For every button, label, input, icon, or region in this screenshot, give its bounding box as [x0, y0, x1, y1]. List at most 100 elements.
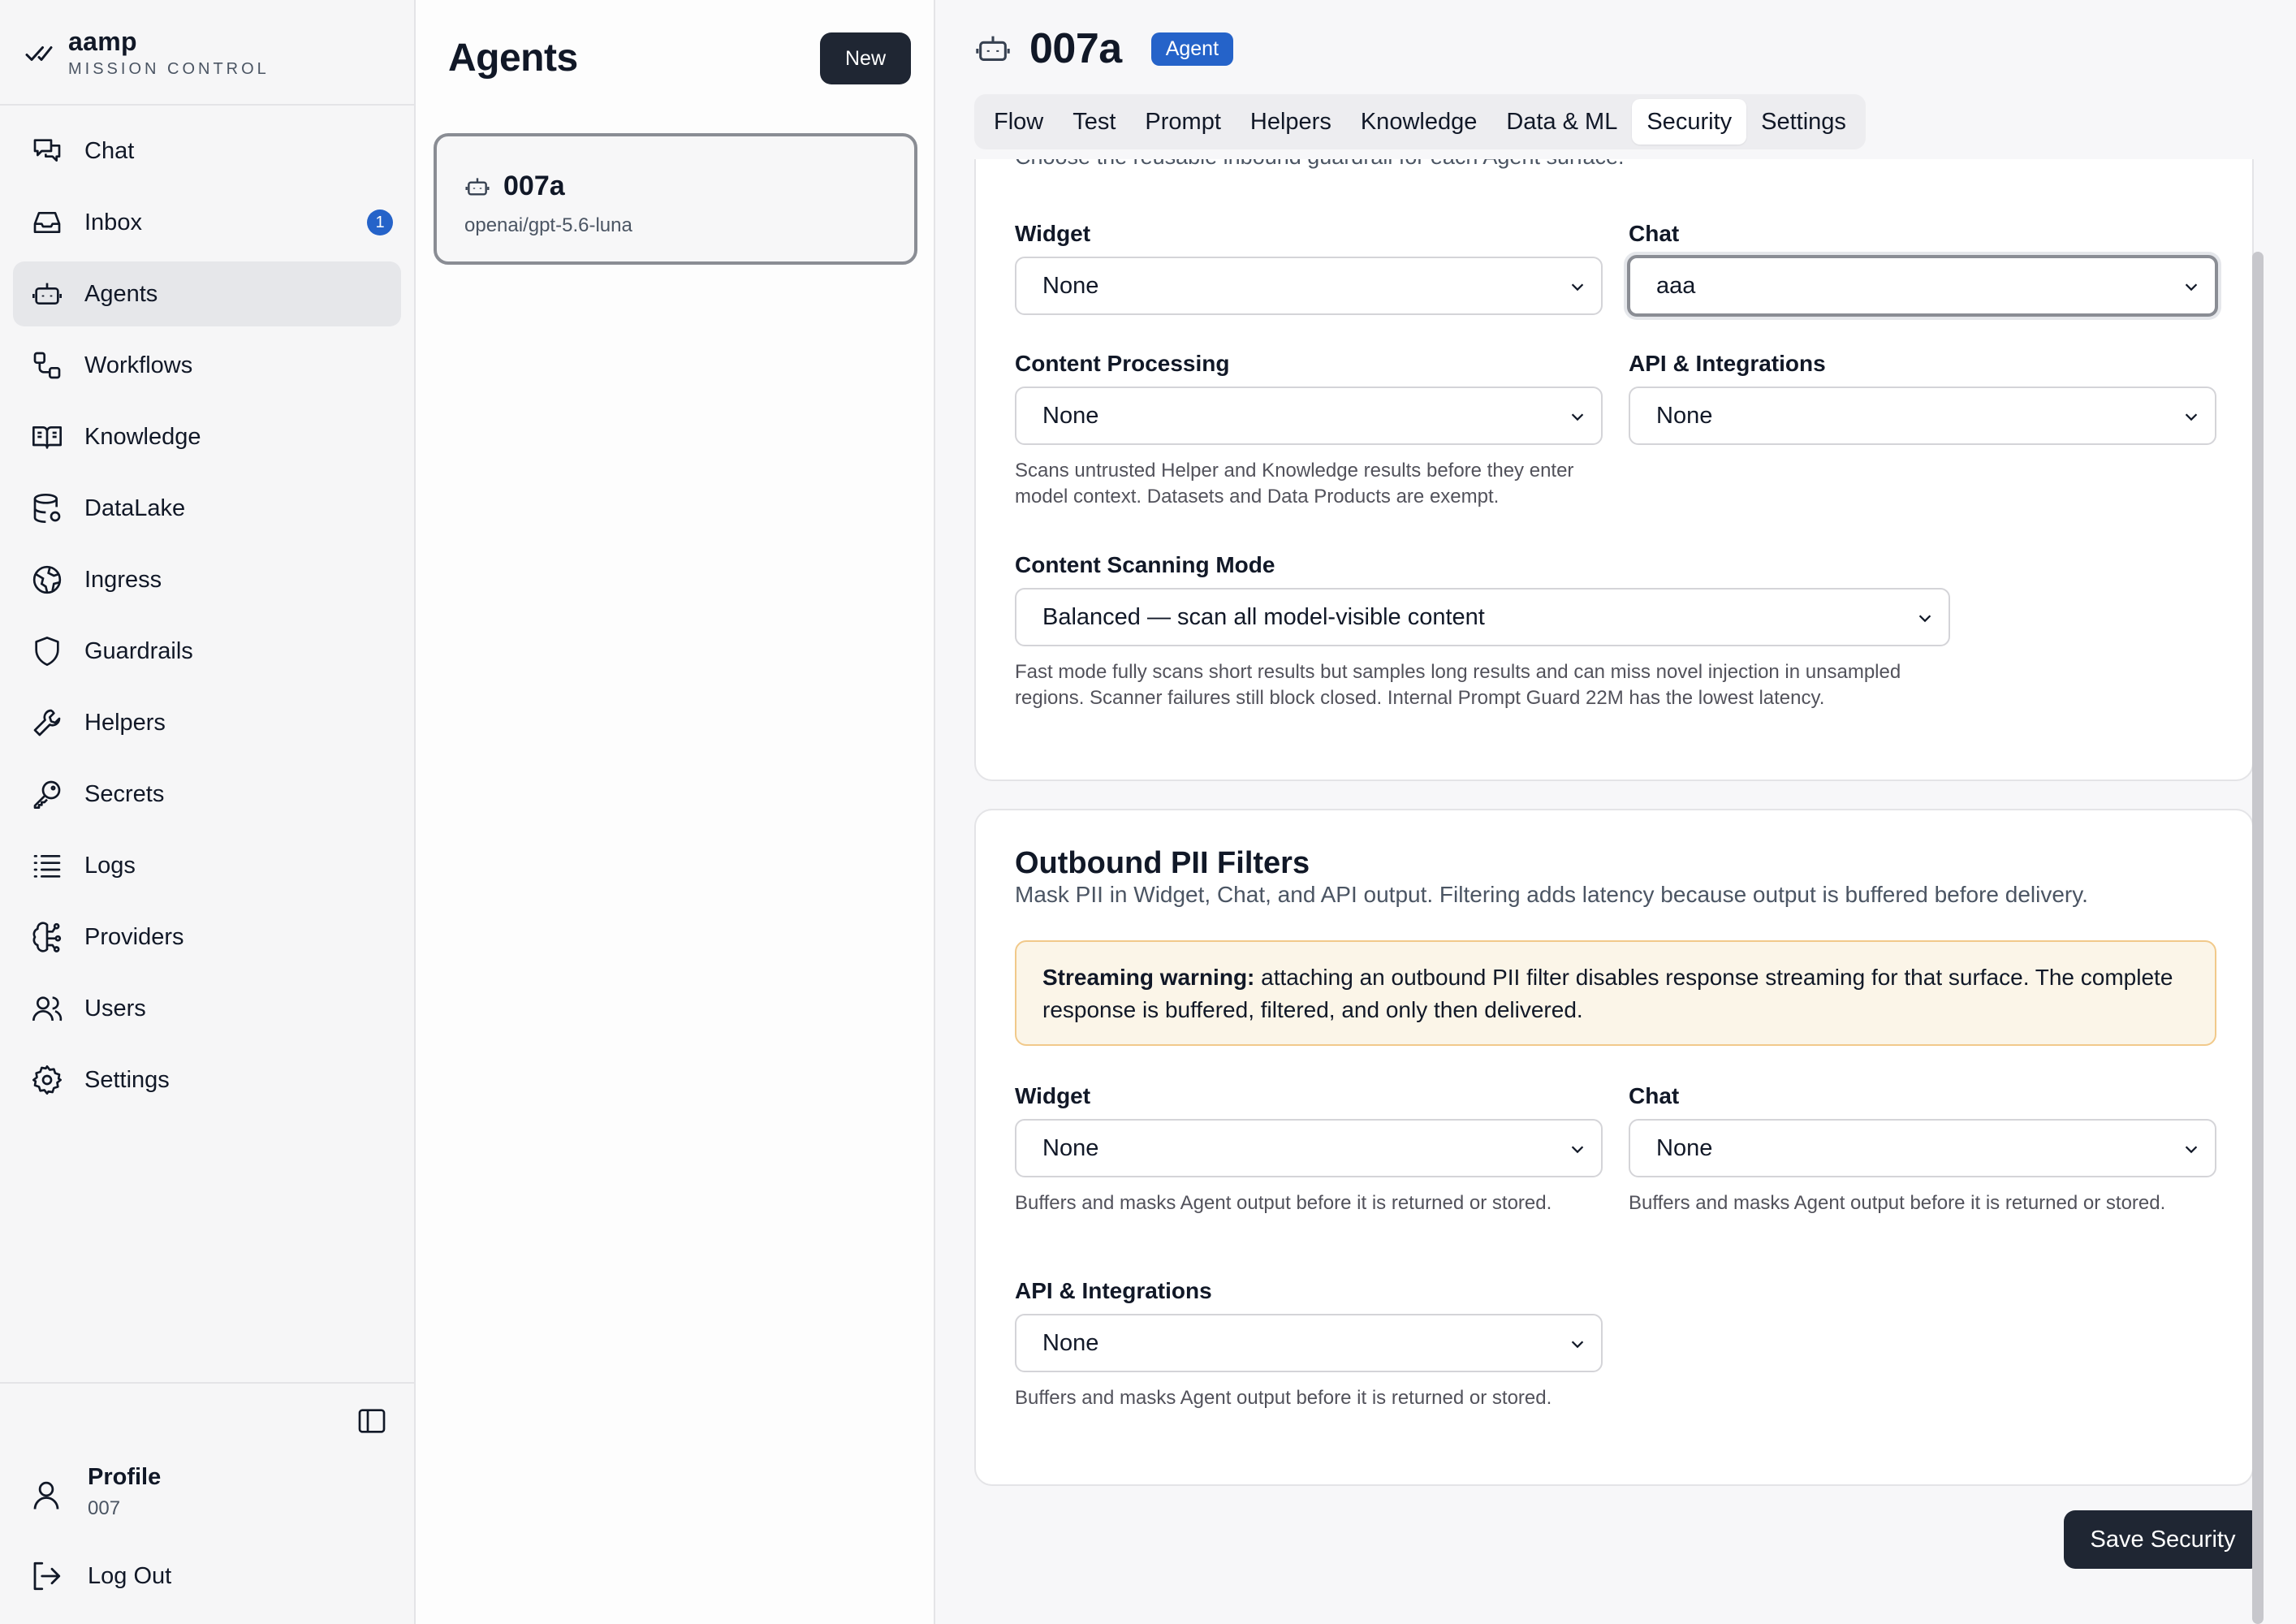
sidebar-item-label: Settings	[84, 1066, 170, 1093]
inbox-count-badge: 1	[367, 209, 393, 235]
check-logo-icon	[25, 46, 53, 61]
agents-list-panel: Agents New 007a openai/gpt-5.6-luna	[416, 0, 935, 1624]
logout-button[interactable]: Log Out	[29, 1559, 171, 1593]
chevron-down-icon	[1571, 283, 1584, 292]
tab-helpers[interactable]: Helpers	[1236, 99, 1346, 145]
outbound-api-select[interactable]: None	[1015, 1314, 1603, 1372]
tab-data-ml[interactable]: Data & ML	[1491, 99, 1632, 145]
sidebar-item-label: DataLake	[84, 495, 186, 521]
tab-prompt[interactable]: Prompt	[1130, 99, 1235, 145]
chevron-down-icon	[1918, 615, 1931, 623]
inbound-chat-label: Chat	[1629, 221, 1680, 246]
inbound-intro: Choose the reusable inbound guardrail fo…	[1015, 159, 1625, 170]
inbound-chat-select[interactable]: aaa	[1627, 255, 2218, 317]
list-icon	[33, 855, 61, 878]
content-processing-help: Scans untrusted Helper and Knowledge res…	[1015, 460, 1574, 508]
select-value: None	[1042, 402, 1099, 429]
sidebar-item-agents[interactable]: Agents	[13, 261, 401, 326]
inbound-api-select[interactable]: None	[1629, 387, 2216, 445]
sidebar-item-label: Logs	[84, 852, 136, 879]
outbound-chat-label: Chat	[1629, 1083, 1680, 1108]
sidebar-item-knowledge[interactable]: Knowledge	[13, 404, 401, 469]
scrollbar[interactable]	[2252, 252, 2264, 1624]
sidebar-item-settings[interactable]: Settings	[13, 1047, 401, 1112]
tab-settings[interactable]: Settings	[1746, 99, 1861, 145]
select-value: None	[1042, 272, 1099, 299]
sidebar-item-label: Agents	[84, 280, 158, 307]
sidebar-item-logs[interactable]: Logs	[13, 833, 401, 898]
content-scanning-select[interactable]: Balanced — scan all model-visible conten…	[1015, 588, 1950, 646]
sidebar-item-helpers[interactable]: Helpers	[13, 690, 401, 755]
sidebar-item-label: Guardrails	[84, 637, 193, 664]
sidebar-item-label: Chat	[84, 137, 135, 164]
tab-flow[interactable]: Flow	[979, 99, 1058, 145]
sidebar-item-workflows[interactable]: Workflows	[13, 333, 401, 398]
book-icon	[32, 426, 62, 449]
chevron-down-icon	[1571, 1341, 1584, 1349]
chat-icon	[33, 139, 61, 162]
section-subtitle: Mask PII in Widget, Chat, and API output…	[1015, 882, 2088, 907]
outbound-chat-help: Buffers and masks Agent output before it…	[1629, 1192, 2166, 1214]
brand[interactable]: aamp MISSION CONTROL	[24, 26, 270, 79]
page-title: 007a	[1029, 25, 1122, 72]
sidebar-item-secrets[interactable]: Secrets	[13, 762, 401, 827]
outbound-api-help: Buffers and masks Agent output before it…	[1015, 1387, 1552, 1409]
section-title: Outbound PII Filters	[1015, 846, 1310, 880]
agent-list-item[interactable]: 007a openai/gpt-5.6-luna	[434, 133, 917, 265]
brand-name: aamp	[68, 27, 137, 56]
tab-security[interactable]: Security	[1632, 99, 1747, 145]
gear-icon	[32, 1065, 62, 1095]
content-scanning-label: Content Scanning Mode	[1015, 552, 1275, 577]
outbound-widget-select[interactable]: None	[1015, 1119, 1603, 1177]
sidebar-item-label: Workflows	[84, 352, 193, 378]
streaming-warning: Streaming warning: attaching an outbound…	[1015, 940, 2216, 1046]
agent-header: 007a Agent	[974, 24, 1234, 73]
agent-name: 007a	[503, 171, 565, 201]
sidebar-item-label: Ingress	[84, 566, 162, 593]
outbound-widget-label: Widget	[1015, 1083, 1091, 1108]
sidebar-item-label: Inbox	[84, 209, 142, 235]
sidebar-item-inbox[interactable]: Inbox 1	[13, 190, 401, 255]
sidebar-item-label: Helpers	[84, 709, 166, 736]
sidebar-item-users[interactable]: Users	[13, 976, 401, 1041]
select-value: None	[1042, 1329, 1099, 1356]
content-scanning-help: Fast mode fully scans short results but …	[1015, 661, 1901, 709]
sidebar-nav: Chat Inbox 1 Agents Workflows Knowledge	[13, 119, 401, 1119]
tab-knowledge[interactable]: Knowledge	[1346, 99, 1492, 145]
profile-username: 007	[88, 1497, 121, 1519]
type-badge: Agent	[1150, 32, 1234, 66]
profile-name: Profile	[88, 1464, 162, 1490]
chevron-down-icon	[2185, 1146, 2198, 1154]
sidebar-item-guardrails[interactable]: Guardrails	[13, 619, 401, 684]
agent-model: openai/gpt-5.6-luna	[464, 214, 632, 236]
logout-icon	[33, 1561, 61, 1591]
sidebar-item-chat[interactable]: Chat	[13, 119, 401, 184]
sidebar-toggle-icon[interactable]	[356, 1405, 388, 1437]
sidebar-item-datalake[interactable]: DataLake	[13, 476, 401, 541]
sidebar: aamp MISSION CONTROL Chat Inbox 1 Agents…	[0, 0, 416, 1624]
select-value: aaa	[1656, 272, 1696, 299]
new-agent-button[interactable]: New	[820, 32, 911, 84]
shield-icon	[35, 637, 59, 666]
inbound-api-label: API & Integrations	[1629, 351, 1826, 376]
logout-label: Log Out	[88, 1562, 172, 1589]
select-value: None	[1656, 402, 1713, 429]
sidebar-item-providers[interactable]: Providers	[13, 905, 401, 970]
profile-link[interactable]: Profile 007	[29, 1462, 161, 1520]
select-value: None	[1042, 1134, 1099, 1161]
chevron-down-icon	[2185, 283, 2198, 292]
robot-icon	[32, 283, 62, 304]
save-security-button[interactable]: Save Security	[2064, 1510, 2262, 1569]
tab-test[interactable]: Test	[1058, 99, 1130, 145]
sidebar-item-ingress[interactable]: Ingress	[13, 547, 401, 612]
users-icon	[32, 996, 63, 1021]
brand-subtitle: MISSION CONTROL	[68, 60, 270, 78]
workflow-icon	[33, 352, 61, 379]
robot-icon	[465, 177, 490, 196]
outbound-widget-help: Buffers and masks Agent output before it…	[1015, 1192, 1552, 1214]
inbound-widget-select[interactable]: None	[1015, 257, 1603, 315]
tab-bar: Flow Test Prompt Helpers Knowledge Data …	[974, 94, 1866, 149]
content-processing-select[interactable]: None	[1015, 387, 1603, 445]
outbound-chat-select[interactable]: None	[1629, 1119, 2216, 1177]
inbound-widget-label: Widget	[1015, 221, 1091, 246]
